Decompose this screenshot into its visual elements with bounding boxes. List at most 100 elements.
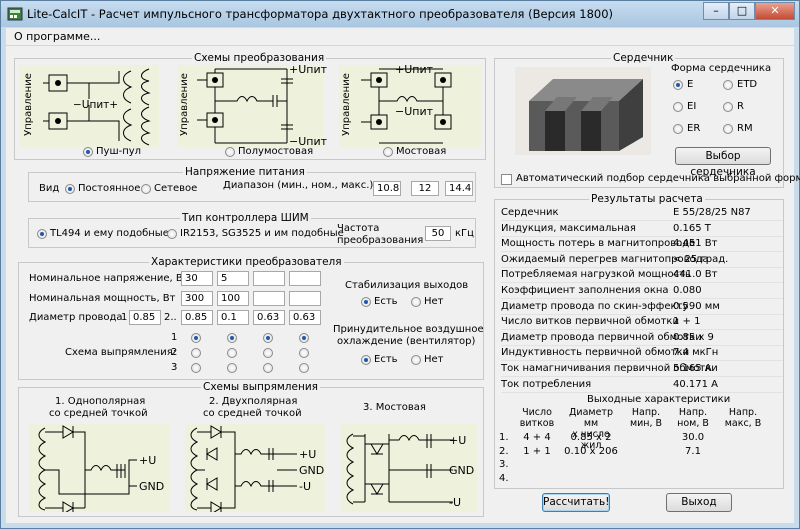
rect1-title-2: со средней точкой (49, 408, 148, 419)
scheme-halfbridge-radio[interactable] (225, 147, 235, 157)
supply-ac-radio[interactable] (141, 184, 151, 194)
pwm-controller-title: Тип контроллера ШИМ (180, 212, 311, 224)
supply-dc-radio[interactable] (65, 184, 75, 194)
results-title: Результаты расчета (589, 193, 705, 205)
title-bar: Lite-CalcIT - Расчет импульсного трансфо… (1, 1, 799, 27)
freq-unit-label: кГц (455, 228, 474, 239)
supply-max-input[interactable]: 14.4 (445, 181, 473, 196)
voltage-input-2[interactable]: 5 (217, 271, 249, 286)
rect-out2-row2-radio[interactable] (227, 348, 237, 358)
result-value: 1 + 1 (673, 316, 701, 328)
result-label: Мощность потерь в магнитопроводе (501, 238, 696, 250)
supply-range-label: Диапазон (мин., ном., макс.), В (223, 180, 387, 191)
result-row: Ток потребления 40.171 А (501, 379, 783, 393)
shape-er-label: ER (687, 123, 701, 134)
stabilization-no-label: Нет (424, 296, 444, 307)
power-input-2[interactable]: 100 (217, 291, 249, 306)
rect3-minus-u: -U (449, 496, 462, 509)
converter-group: Характеристики преобразователя Номинальн… (18, 256, 484, 380)
freq-input[interactable]: 50 (425, 226, 451, 241)
result-row: Индукция, максимальная 0.165 Т (501, 223, 783, 237)
outputs-title: Выходные характеристики (587, 394, 731, 405)
result-value: 0.590 мм (673, 300, 720, 312)
stabilization-no-radio[interactable] (411, 297, 421, 307)
power-input-4[interactable] (289, 291, 321, 306)
rect-out3-row3-radio[interactable] (263, 363, 273, 373)
rect-out4-row3-radio[interactable] (299, 363, 309, 373)
pwm-tl494-label: TL494 и ему подобные (50, 228, 169, 239)
shape-ei-radio[interactable] (673, 102, 683, 112)
rect-out3-row2-radio[interactable] (263, 348, 273, 358)
rect-out2-row3-radio[interactable] (227, 363, 237, 373)
wire-secondary-index: 2.. (164, 312, 177, 323)
maximize-button[interactable]: □ (729, 2, 755, 20)
rect-out1-row3-radio[interactable] (191, 363, 201, 373)
output-cell-n: 3. (499, 459, 509, 470)
power-input-1[interactable]: 300 (181, 291, 213, 306)
rect-out4-row1-radio[interactable] (299, 333, 309, 343)
result-label: Индуктивность первичной обмотки (501, 347, 690, 359)
cooling-no-radio[interactable] (411, 355, 421, 365)
minimize-button[interactable]: – (703, 2, 729, 20)
rect3-diagram: +U GND -U (341, 424, 477, 512)
nominal-power-label: Номинальная мощность, Вт (29, 293, 176, 304)
rect2-diagram: +U GND -U (185, 424, 325, 512)
rect-out3-row1-radio[interactable] (263, 333, 273, 343)
wire-diameter-label: Диаметр провода (29, 312, 123, 323)
supply-nom-input[interactable]: 12 (411, 181, 439, 196)
pwm-ir2153-label: IR2153, SG3525 и им подобные (180, 228, 344, 239)
wire-input-3[interactable]: 0.63 (253, 310, 285, 325)
cooling-yes-radio[interactable] (361, 355, 371, 365)
rect2-minus-u: -U (299, 480, 312, 493)
select-core-button[interactable]: Выбор сердечника (675, 147, 771, 178)
rect3-plus-u: +U (449, 434, 467, 447)
pp-control-label: Управление (22, 73, 34, 136)
result-value: 4.451 Вт (673, 238, 718, 250)
shape-e-radio[interactable] (673, 80, 683, 90)
rect2-title-2: со средней точкой (203, 408, 302, 419)
wire-primary-index: 1 (121, 312, 128, 323)
main-panel: Схемы преобразования Управление −Uпит+ У… (6, 45, 800, 523)
auto-core-checkbox[interactable] (501, 174, 512, 185)
wire-input-1[interactable]: 0.85 (181, 310, 213, 325)
scheme-bridge-radio[interactable] (383, 147, 393, 157)
result-value: E 55/28/25 N87 (673, 207, 751, 218)
freq-label-2: преобразования (337, 235, 424, 246)
voltage-input-3[interactable] (253, 271, 285, 286)
result-row: Число витков первичной обмотки 1 + 1 (501, 316, 783, 331)
result-row: Ожидаемый перегрев магнитопровода < 25 гр… (501, 254, 783, 268)
cooling-yes-label: Есть (374, 354, 398, 365)
out-header-diam: Диаметр мм x число жил (569, 407, 613, 451)
wire-input-4[interactable]: 0.63 (289, 310, 321, 325)
shape-etd-radio[interactable] (723, 80, 733, 90)
shape-er-radio[interactable] (673, 124, 683, 134)
wire-input-2[interactable]: 0.1 (217, 310, 249, 325)
br-control-label: Управление (340, 73, 352, 136)
power-input-3[interactable] (253, 291, 285, 306)
out-header-vmax: Напр. макс, В (724, 407, 762, 429)
output-cell-n: 1. (499, 432, 509, 443)
exit-button[interactable]: Выход (666, 493, 732, 512)
pwm-tl494-radio[interactable] (37, 229, 47, 239)
voltage-input-4[interactable] (289, 271, 321, 286)
rect-row-2-label: 2 (171, 347, 178, 358)
result-value: 40.171 А (673, 378, 719, 390)
shape-r-radio[interactable] (723, 102, 733, 112)
rect-out2-row1-radio[interactable] (227, 333, 237, 343)
wire-primary-input[interactable]: 0.85 (129, 310, 161, 325)
menu-about[interactable]: О программе... (14, 30, 100, 43)
half-bridge-diagram: Управление +Uпит −Uпит (177, 63, 327, 148)
pwm-ir2153-radio[interactable] (167, 229, 177, 239)
close-button[interactable]: ✕ (755, 2, 795, 20)
voltage-input-1[interactable]: 30 (181, 271, 213, 286)
scheme-pushpull-radio[interactable] (83, 147, 93, 157)
shape-rm-label: RM (737, 123, 753, 134)
rect-out1-row2-radio[interactable] (191, 348, 201, 358)
result-row: Индуктивность первичной обмотки 7.4 мкГн (501, 347, 783, 362)
shape-rm-radio[interactable] (723, 124, 733, 134)
supply-min-input[interactable]: 10.8 (373, 181, 401, 196)
stabilization-yes-radio[interactable] (361, 297, 371, 307)
calculate-button[interactable]: Рассчитать! (542, 493, 610, 512)
rect-out4-row2-radio[interactable] (299, 348, 309, 358)
rect-out1-row1-radio[interactable] (191, 333, 201, 343)
